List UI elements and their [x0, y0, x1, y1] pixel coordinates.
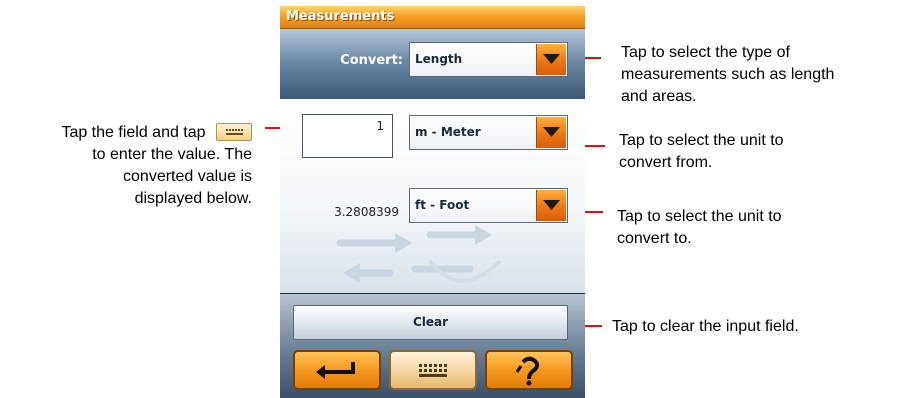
from-unit-select[interactable]: m - Meter — [409, 115, 568, 150]
input-value: 1 — [376, 119, 384, 133]
from-annotation-line-1: Tap to select the unit to — [619, 132, 784, 149]
left-annotation-line-1: Tap the field and tap — [0, 122, 252, 144]
help-button[interactable] — [485, 350, 573, 390]
clear-annotation: Tap to clear the input field. — [612, 316, 902, 338]
left-annotation: Tap the field and tap to enter the value… — [0, 122, 252, 210]
inline-keyboard-icon — [216, 123, 252, 141]
to-annotation: Tap to select the unit to convert to. — [617, 206, 897, 250]
to-unit-select[interactable]: ft - Foot — [409, 188, 568, 223]
title-bar: Measurements — [280, 6, 585, 29]
conversion-arrows-decoration — [336, 225, 502, 283]
back-button[interactable] — [293, 350, 381, 390]
type-annotation-line-1: Tap to select the type of — [621, 44, 790, 61]
to-unit-value: ft - Foot — [415, 198, 470, 212]
left-annotation-line-3: converted value is — [123, 168, 252, 185]
measurements-app-window: Measurements Convert: Length 1 m - Meter… — [280, 6, 585, 398]
left-annotation-line-2: to enter the value. The — [92, 146, 252, 163]
type-annotation-line-2: measurements such as length — [621, 66, 835, 83]
from-annotation-line-2: convert from. — [619, 154, 713, 171]
clear-annotation-text: Tap to clear the input field. — [612, 318, 799, 335]
type-annotation-line-3: and areas. — [621, 88, 697, 105]
clear-button[interactable]: Clear — [293, 305, 568, 340]
triangle-down-icon — [543, 127, 560, 137]
from-annotation: Tap to select the unit to convert from. — [619, 130, 899, 174]
triangle-down-icon — [543, 200, 560, 210]
to-unit-dropdown-button[interactable] — [536, 190, 566, 221]
app-title: Measurements — [286, 9, 395, 24]
return-arrow-icon — [316, 362, 355, 379]
left-annotation-line-4: displayed below. — [134, 190, 252, 207]
input-value-field[interactable]: 1 — [302, 114, 393, 158]
triangle-down-icon — [543, 54, 560, 64]
to-annotation-line-2: convert to. — [617, 230, 692, 247]
from-unit-value: m - Meter — [415, 125, 481, 139]
left-annotation-text-1: Tap the field and tap — [61, 124, 206, 141]
question-mark-icon — [515, 356, 540, 386]
measurement-type-select[interactable]: Length — [409, 42, 568, 77]
measurement-type-value: Length — [415, 52, 463, 66]
type-dropdown-button[interactable] — [536, 44, 566, 75]
to-annotation-line-1: Tap to select the unit to — [617, 208, 782, 225]
convert-label: Convert: — [340, 53, 403, 68]
from-unit-dropdown-button[interactable] — [536, 117, 566, 148]
keyboard-button[interactable] — [389, 350, 477, 390]
keyboard-icon — [419, 364, 447, 377]
converted-value: 3.2808399 — [334, 205, 399, 219]
type-annotation: Tap to select the type of measurements s… — [621, 42, 907, 108]
